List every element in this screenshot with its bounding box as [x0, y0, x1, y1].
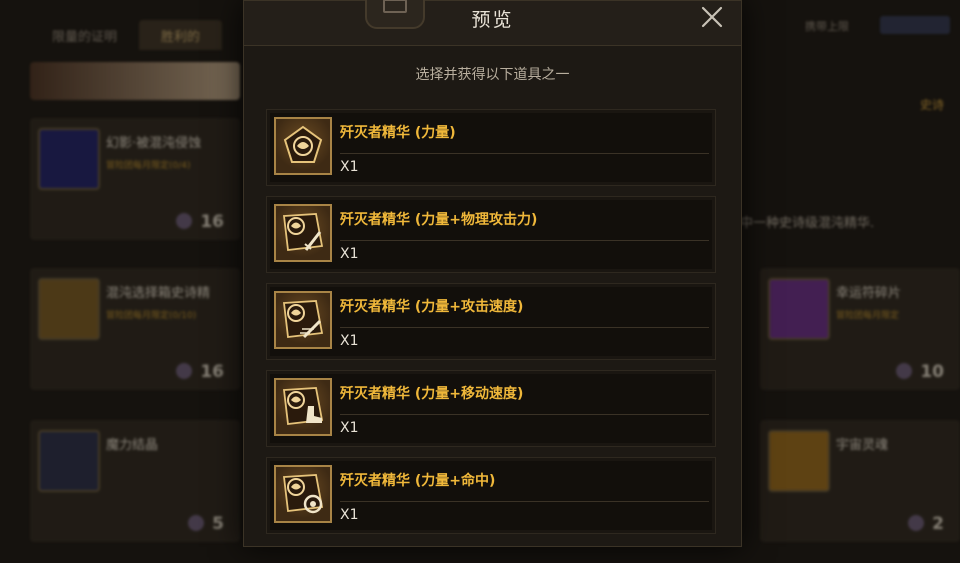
essence-boot-icon — [274, 378, 332, 436]
background-card: 宇宙灵魂 2 — [760, 420, 960, 542]
background-card: 幸运符碎片 冒险团每月限定 10 — [760, 268, 960, 390]
option-name: 歼灭者精华 (力量+命中) — [340, 473, 496, 489]
option-divider — [340, 153, 709, 154]
card-name: 混沌选择箱史诗精 — [106, 286, 211, 301]
essence-sword-icon — [274, 204, 332, 262]
option-name: 歼灭者精华 (力量) — [340, 125, 456, 141]
card-price: 16 — [176, 212, 224, 232]
background-tab: 限量的证明 — [52, 30, 118, 45]
item-thumbnail — [38, 278, 100, 340]
modal-header: 预览 — [244, 0, 741, 46]
description-text: 中一种史诗级混沌精华. — [740, 216, 875, 231]
item-thumbnail — [38, 128, 100, 190]
background-card: 混沌选择箱史诗精 冒险团每月限定(0/10) 16 — [30, 268, 240, 390]
item-thumbnail — [768, 278, 830, 340]
close-button[interactable] — [699, 4, 725, 30]
essence-target-icon — [274, 465, 332, 523]
close-icon — [701, 6, 723, 28]
modal-subtitle: 选择并获得以下道具之一 — [415, 67, 570, 83]
coin-icon — [896, 363, 913, 379]
price-value: 10 — [920, 362, 944, 382]
background-banner — [30, 62, 240, 100]
essence-pentagon-icon — [274, 117, 332, 175]
coin-icon — [188, 515, 205, 531]
coin-icon — [908, 515, 925, 531]
card-price: 2 — [908, 514, 944, 534]
card-price: 16 — [176, 362, 224, 382]
option-divider — [340, 240, 709, 241]
option-name: 歼灭者精华 (力量+攻击速度) — [340, 299, 524, 315]
card-limit: 冒险团每月限定(0/10) — [106, 311, 197, 321]
price-value: 5 — [212, 514, 224, 534]
essence-speed-icon — [274, 291, 332, 349]
card-limit: 冒险团每月限定(0/4) — [106, 161, 191, 171]
option-quantity: X1 — [340, 420, 359, 436]
option-divider — [340, 327, 709, 328]
card-name: 幸运符碎片 — [836, 286, 902, 301]
card-name: 魔力结晶 — [106, 438, 159, 453]
reward-option-list: 歼灭者精华 (力量) X1 歼灭者精华 (力量+物理攻击力) X1 歼灭者精华 … — [266, 109, 716, 544]
epic-tag: 史诗 — [920, 98, 945, 112]
background-card: 幻影·被混沌侵蚀 冒险团每月限定(0/4) 16 — [30, 118, 240, 240]
background-card: 魔力结晶 5 — [30, 420, 240, 542]
carry-limit-label: 携带上限 — [805, 20, 849, 33]
card-price: 5 — [188, 514, 224, 534]
reward-option[interactable]: 歼灭者精华 (力量+命中) X1 — [266, 457, 716, 534]
option-name: 歼灭者精华 (力量+物理攻击力) — [340, 212, 538, 228]
item-thumbnail — [38, 430, 100, 492]
modal-title: 预览 — [471, 9, 514, 31]
option-divider — [340, 501, 709, 502]
card-name: 宇宙灵魂 — [836, 438, 889, 453]
item-thumbnail — [768, 430, 830, 492]
option-quantity: X1 — [340, 507, 359, 523]
price-value: 2 — [932, 514, 944, 534]
card-price: 10 — [896, 362, 944, 382]
card-name: 幻影·被混沌侵蚀 — [106, 136, 202, 151]
preview-modal: 预览 选择并获得以下道具之一 歼灭者精华 (力量) X1 歼灭者精华 (力量+物… — [243, 0, 742, 547]
option-divider — [340, 414, 709, 415]
coin-icon — [176, 213, 193, 229]
background-tab: 胜利的 — [139, 20, 223, 50]
option-quantity: X1 — [340, 159, 359, 175]
option-name: 歼灭者精华 (力量+移动速度) — [340, 386, 524, 402]
price-value: 16 — [200, 212, 224, 232]
carry-limit-bar — [880, 16, 950, 34]
reward-option[interactable]: 歼灭者精华 (力量+攻击速度) X1 — [266, 283, 716, 360]
option-quantity: X1 — [340, 246, 359, 262]
price-value: 16 — [200, 362, 224, 382]
reward-option[interactable]: 歼灭者精华 (力量+移动速度) X1 — [266, 370, 716, 447]
coin-icon — [176, 363, 193, 379]
card-limit: 冒险团每月限定 — [836, 311, 900, 321]
background-tabs: 限量的证明 胜利的 — [30, 20, 223, 50]
reward-option[interactable]: 歼灭者精华 (力量+物理攻击力) X1 — [266, 196, 716, 273]
reward-option[interactable]: 歼灭者精华 (力量) X1 — [266, 109, 716, 186]
option-quantity: X1 — [340, 333, 359, 349]
